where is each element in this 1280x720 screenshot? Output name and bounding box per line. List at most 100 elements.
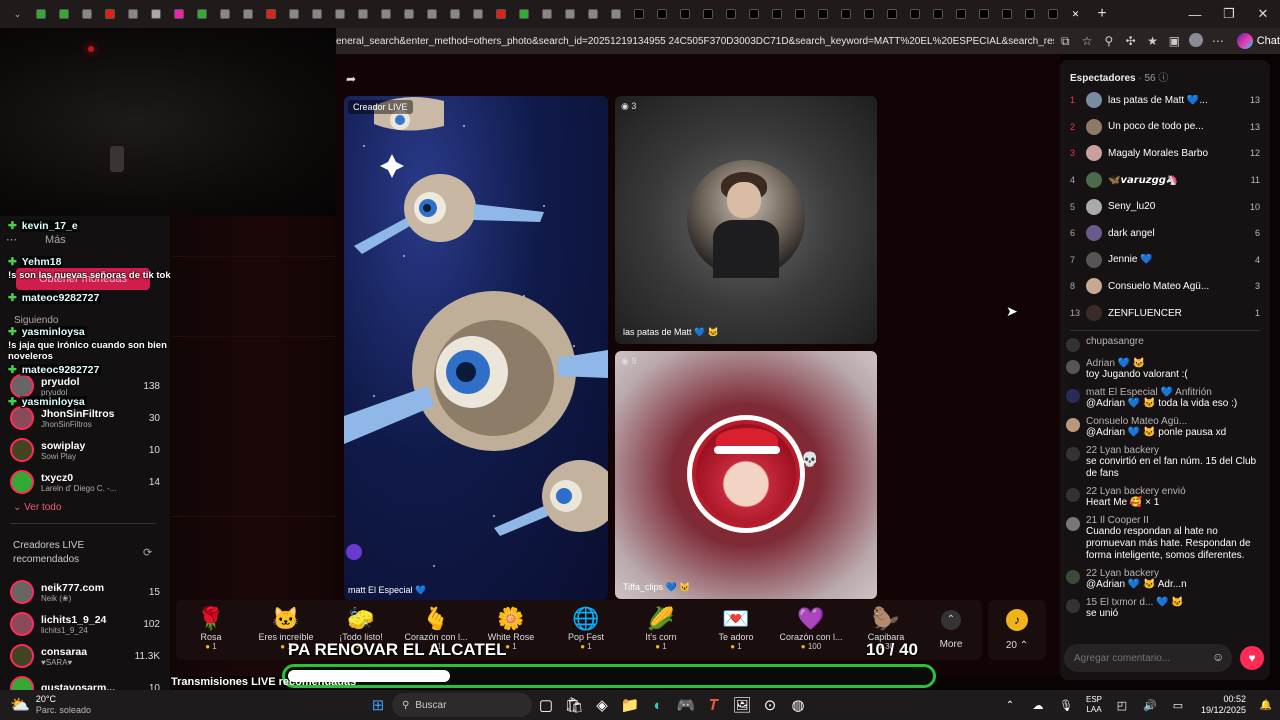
wifi-icon[interactable]: ◰	[1108, 692, 1136, 718]
browser-tab[interactable]	[98, 4, 121, 24]
host-video[interactable]: Creador LIVE matt El Especial 💙	[344, 96, 608, 600]
browser-tab[interactable]	[374, 4, 397, 24]
chat-username[interactable]: matt El Especial 💙 Anfitrión	[1086, 387, 1262, 398]
viewer-row[interactable]: 3 Magaly Morales Barbo 12	[1060, 140, 1270, 167]
task-view-icon[interactable]: ▢	[532, 692, 560, 718]
browser-tab[interactable]	[466, 4, 489, 24]
browser-tab[interactable]	[75, 4, 98, 24]
star-icon[interactable]: ☆	[1076, 34, 1098, 48]
sidebar-creator[interactable]: neik777.com Neik (❀) 15	[10, 576, 160, 608]
viewer-row[interactable]: 8 Consuelo Mateo Agü... 3	[1060, 273, 1270, 300]
browser-tab[interactable]	[811, 4, 834, 24]
taskbar-search[interactable]: ⚲ Buscar	[392, 693, 532, 717]
browser-tab[interactable]	[121, 4, 144, 24]
browser-tab[interactable]	[420, 4, 443, 24]
viewer-row[interactable]: 1 las patas de Matt 💙... 13	[1060, 87, 1270, 114]
profile-icon[interactable]	[1185, 32, 1207, 50]
emoji-icon[interactable]: ☺	[1212, 650, 1224, 664]
browser-tab[interactable]	[305, 4, 328, 24]
notification-icon[interactable]: 🔔	[1252, 692, 1280, 718]
chat-username[interactable]: 15 El txmor d... 💙 🐱	[1086, 597, 1262, 608]
share-icon[interactable]: ➦	[346, 72, 356, 86]
menu-icon[interactable]: ⋯	[1207, 34, 1229, 48]
copilot-chat-button[interactable]: Chat	[1236, 33, 1280, 49]
file-explorer-icon[interactable]: 📁	[616, 692, 644, 718]
comment-input[interactable]	[1064, 644, 1204, 672]
browser-tab[interactable]	[1041, 4, 1064, 24]
browser-tab[interactable]	[742, 4, 765, 24]
browser-tab[interactable]	[328, 4, 351, 24]
maximize-icon[interactable]: ❐	[1212, 0, 1246, 28]
browser-tab[interactable]	[535, 4, 558, 24]
gift-item[interactable]: 🌐 Pop Fest ● 1	[550, 606, 622, 651]
open-external-icon[interactable]: ⧉	[1054, 34, 1076, 49]
browser-tab[interactable]	[673, 4, 696, 24]
edge-icon[interactable]: ◐	[644, 692, 672, 718]
language-indicator[interactable]: ESP LAA	[1080, 695, 1108, 715]
photos-icon[interactable]: 🖼	[728, 692, 756, 718]
browser-tab[interactable]	[880, 4, 903, 24]
sidebar-creator[interactable]: sowiplay Sowi Play 10	[10, 434, 160, 466]
viewer-row[interactable]: 7 Jennie 💙 4	[1060, 247, 1270, 274]
obs-icon[interactable]: ◍	[784, 692, 812, 718]
like-heart-button[interactable]: ♥	[1240, 646, 1264, 670]
gift-item[interactable]: 💌 Te adoro ● 1	[700, 606, 772, 651]
puzzle-icon[interactable]: ✣	[1120, 34, 1142, 48]
sidebar-creator[interactable]: lichits1_9_24 lichits1_9_24 102	[10, 608, 160, 640]
coin-box[interactable]: ♪ 20 ⌃	[988, 600, 1046, 660]
chat-username[interactable]: 22 Lyan backery	[1086, 568, 1262, 579]
browser-tab[interactable]	[236, 4, 259, 24]
browser-tab[interactable]	[604, 4, 627, 24]
clock[interactable]: 00:52 19/12/2025	[1192, 694, 1246, 716]
tray-chevron-icon[interactable]: ⌃	[996, 692, 1024, 718]
browser-tab[interactable]	[719, 4, 742, 24]
browser-tab[interactable]	[650, 4, 673, 24]
browser-tab[interactable]	[29, 4, 52, 24]
store-icon[interactable]: 🛍	[560, 692, 588, 718]
browser-tab[interactable]	[972, 4, 995, 24]
weather-widget[interactable]: ⛅ 20°C Parc. soleado	[0, 694, 180, 716]
browser-tab[interactable]	[765, 4, 788, 24]
chat-username[interactable]: Consuelo Mateo Agü...	[1086, 416, 1262, 427]
viewer-row[interactable]: 4 🦋𝙫𝙖𝙧𝙪𝙯𝙜𝙜🦄 11	[1060, 167, 1270, 194]
browser-tab[interactable]	[627, 4, 650, 24]
browser-tab[interactable]	[213, 4, 236, 24]
volume-icon[interactable]: 🔊	[1136, 692, 1164, 718]
browser-tab[interactable]	[167, 4, 190, 24]
browser-tab[interactable]	[949, 4, 972, 24]
browser-tab[interactable]	[52, 4, 75, 24]
sidebar-creator[interactable]: txycz0 Lareln d' Diego C. -... 14	[10, 466, 160, 498]
browser-tab[interactable]	[489, 4, 512, 24]
browser-tab[interactable]	[926, 4, 949, 24]
url-input[interactable]: eneral_search&enter_method=others_photo&…	[336, 36, 1054, 47]
xbox-icon[interactable]: ⊙	[756, 692, 784, 718]
sidebar-creator[interactable]: consaraa ♥SARA♥ 11.3K	[10, 640, 160, 672]
chat-username[interactable]: chupasangre	[1086, 336, 1262, 347]
close-tab-icon[interactable]: ✕	[1064, 4, 1087, 24]
browser-tab[interactable]	[558, 4, 581, 24]
browser-tab[interactable]	[512, 4, 535, 24]
browser-tab[interactable]	[903, 4, 926, 24]
gift-item[interactable]: 🌹 Rosa ● 1	[175, 606, 247, 651]
chat-username[interactable]: 22 Lyan backery envió	[1086, 486, 1262, 497]
browser-tab[interactable]	[696, 4, 719, 24]
browser-tab[interactable]	[443, 4, 466, 24]
copilot-taskbar-icon[interactable]: ◈	[588, 692, 616, 718]
gift-item[interactable]: 💜 Corazón con l... ● 100	[775, 606, 847, 651]
browser-tab[interactable]	[351, 4, 374, 24]
close-window-icon[interactable]: ✕	[1246, 0, 1280, 28]
viewer-row[interactable]: 13 ZENFLUENCER 1	[1060, 300, 1270, 327]
refresh-icon[interactable]: ⟳	[143, 546, 152, 559]
browser-tab[interactable]	[282, 4, 305, 24]
chevron-up-icon[interactable]: ⌃	[941, 610, 961, 630]
more-gifts-button[interactable]: More	[930, 639, 972, 650]
guest-video-2[interactable]: 💀 ◉ 9 Tiffa_clips 💙 🐱	[615, 351, 877, 599]
browser-tab[interactable]	[788, 4, 811, 24]
browser-tab[interactable]	[857, 4, 880, 24]
discord-icon[interactable]: 🎮	[672, 692, 700, 718]
guest-video-1[interactable]: ◉ 3 las patas de Matt 💙 🐱	[615, 96, 877, 344]
browser-tab[interactable]	[397, 4, 420, 24]
browser-tab[interactable]	[834, 4, 857, 24]
tab-list-icon[interactable]: ⌄	[6, 4, 29, 24]
browser-tab[interactable]	[581, 4, 604, 24]
